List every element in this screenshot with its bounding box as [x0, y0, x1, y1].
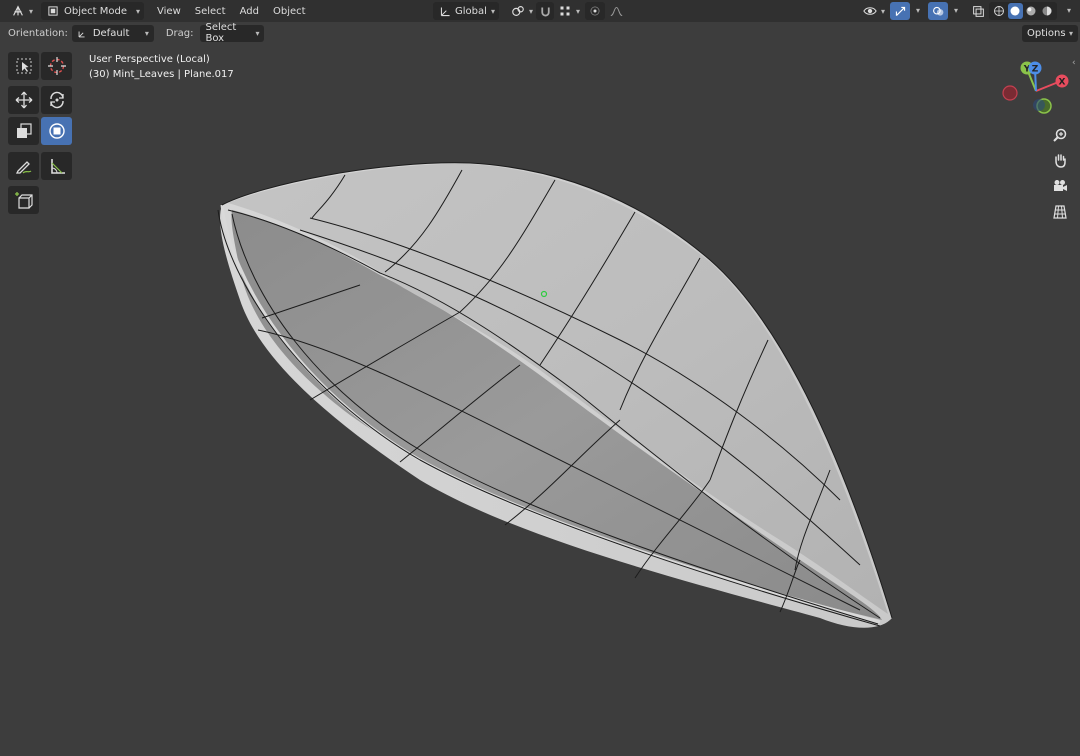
- move-tool[interactable]: [8, 86, 39, 114]
- measure-ruler-icon: [50, 159, 65, 174]
- sidebar-toggle-arrow[interactable]: ‹: [1072, 58, 1076, 68]
- annotate-pencil-icon: [15, 161, 31, 174]
- gizmo-x-label: X: [1059, 78, 1066, 88]
- scale-icon: [16, 123, 32, 138]
- move-icon: [15, 91, 32, 109]
- leaf-mesh: [217, 162, 893, 628]
- zoom-button[interactable]: [1048, 123, 1072, 147]
- object-info-label: (30) Mint_Leaves | Plane.017: [89, 69, 234, 80]
- rotate-tool[interactable]: [41, 86, 72, 114]
- navigation-gizmo[interactable]: X Y Z: [1000, 56, 1070, 126]
- select-box-tool[interactable]: [8, 52, 39, 80]
- pan-button[interactable]: [1048, 148, 1072, 172]
- camera-icon: [1054, 180, 1067, 191]
- camera-view-button[interactable]: [1048, 174, 1072, 198]
- zoom-icon: [1053, 128, 1067, 142]
- rotate-icon: [49, 91, 64, 109]
- pan-hand-icon: [1055, 154, 1066, 168]
- grid-ortho-icon: [1053, 205, 1067, 219]
- gizmo-neg-z: [1033, 99, 1045, 111]
- gizmo-neg-x: [1002, 85, 1018, 101]
- transform-icon: [48, 123, 65, 139]
- scale-tool[interactable]: [8, 117, 39, 145]
- cursor-icon: [47, 57, 66, 75]
- add-cube-icon: [14, 192, 33, 209]
- cursor-tool[interactable]: [41, 52, 72, 80]
- gizmo-z-label: Z: [1032, 65, 1039, 75]
- measure-tool[interactable]: [41, 152, 72, 180]
- ortho-toggle-button[interactable]: [1048, 200, 1072, 224]
- viewport-info: User Perspective (Local) (30) Mint_Leave…: [89, 52, 234, 82]
- annotate-tool[interactable]: [8, 152, 39, 180]
- add-cube-tool[interactable]: [8, 186, 39, 214]
- perspective-label: User Perspective (Local): [89, 54, 210, 65]
- transform-tool[interactable]: [41, 117, 72, 145]
- select-box-icon: [16, 58, 31, 74]
